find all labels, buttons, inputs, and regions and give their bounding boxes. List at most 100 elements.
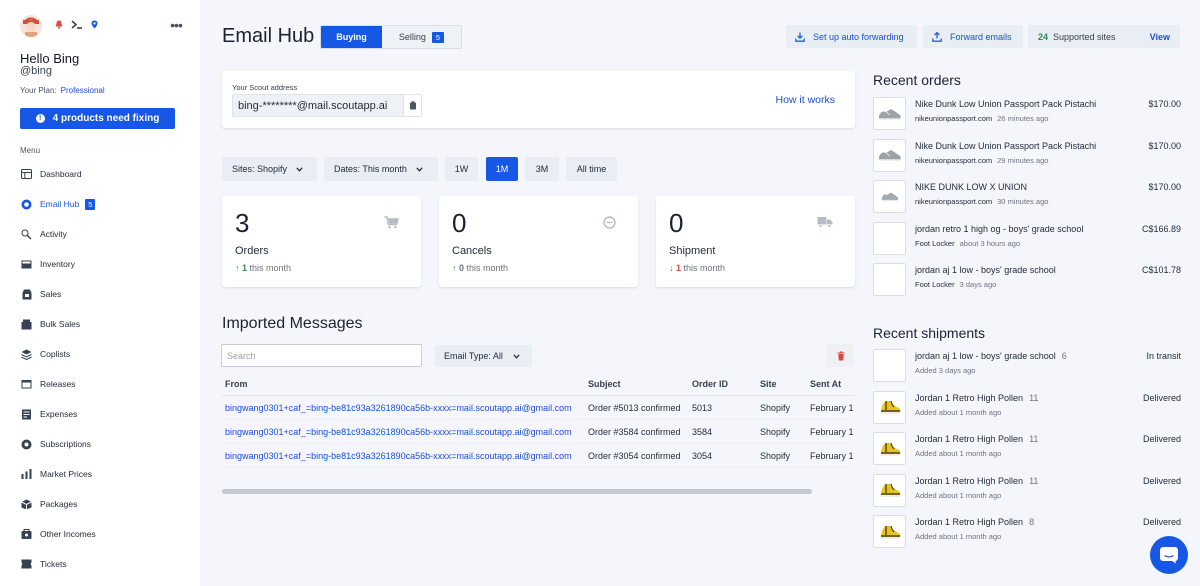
recent-orders-list: Nike Dunk Low Union Passport Pack Pistac…: [873, 97, 1181, 297]
product-thumbnail: [873, 473, 906, 507]
order-item[interactable]: NIKE DUNK LOW X UNION nikeunionpassport.c…: [873, 180, 1181, 214]
sidebar-item-inventory[interactable]: Inventory: [20, 249, 190, 279]
bell-icon[interactable]: [55, 20, 63, 29]
item-quantity: 8: [1029, 517, 1035, 527]
col-from[interactable]: From: [222, 379, 588, 389]
sidebar-item-sales[interactable]: Sales: [20, 279, 190, 309]
sidebar-item-packages[interactable]: Packages: [20, 489, 190, 519]
tickets-icon: [20, 558, 33, 571]
sites-filter[interactable]: Sites: Shopify: [222, 157, 317, 181]
item-status: In transit: [1146, 351, 1181, 361]
tab-selling-label: Selling: [398, 32, 426, 42]
cell-from[interactable]: bingwang0301+caf_=bing-be81c93a3261890ca…: [222, 403, 588, 413]
order-item[interactable]: Nike Dunk Low Union Passport Pack Pistac…: [873, 138, 1181, 173]
down-arrow-icon: ↓: [669, 263, 674, 273]
col-subject[interactable]: Subject: [588, 379, 692, 389]
page-title: Email Hub: [222, 25, 315, 47]
auto-forwarding-button[interactable]: Set up auto forwarding: [786, 25, 917, 48]
sidebar-item-label: Dashboard: [40, 169, 82, 179]
sidebar-item-subscriptions[interactable]: Subscriptions: [20, 429, 190, 459]
sidebar-item-other-incomes[interactable]: Other Incomes: [20, 519, 190, 549]
chat-launcher-button[interactable]: [1150, 536, 1188, 574]
sidebar: ••• Hello Bing @bing Your Plan: Professio…: [0, 0, 200, 586]
item-source: nikeunionpassport.com: [915, 114, 993, 123]
shipment-stat-card[interactable]: 0 Shipment ↓ 1 this month: [656, 196, 855, 287]
sidebar-item-label: Email Hub: [40, 199, 80, 209]
product-thumbnail: [873, 221, 906, 255]
email-type-dropdown[interactable]: Email Type: All: [435, 345, 532, 367]
sidebar-item-label: Subscriptions: [40, 439, 92, 449]
cancels-stat-card[interactable]: 0 Cancels ↑ 0 this month: [439, 196, 638, 287]
horizontal-scrollbar[interactable]: [222, 489, 812, 494]
sidebar-item-releases[interactable]: Releases: [20, 369, 190, 399]
forward-emails-button[interactable]: Forward emails: [923, 25, 1023, 48]
order-item[interactable]: jordan retro 1 high og - boys' grade sch…: [873, 221, 1181, 256]
item-quantity: 11: [1029, 434, 1039, 444]
location-pin-icon[interactable]: [91, 20, 98, 29]
tab-selling[interactable]: Selling 5: [382, 26, 461, 48]
sidebar-item-expenses[interactable]: Expenses: [20, 399, 190, 429]
table-row[interactable]: bingwang0301+caf_=bing-be81c93a3261890ca…: [222, 420, 855, 444]
cell-from[interactable]: bingwang0301+caf_=bing-be81c93a3261890ca…: [222, 451, 588, 461]
fix-products-button[interactable]: ! 4 products need fixing: [20, 108, 175, 129]
sidebar-item-email-hub[interactable]: Email Hub 5: [20, 189, 190, 219]
dates-filter[interactable]: Dates: This month: [324, 157, 438, 181]
more-options-icon[interactable]: •••: [168, 17, 184, 33]
sidebar-item-tickets[interactable]: Tickets: [20, 549, 190, 579]
item-time: 29 minutes ago: [997, 155, 1049, 165]
range-1m-button[interactable]: 1M: [486, 157, 518, 181]
sidebar-item-market-prices[interactable]: Market Prices: [20, 459, 190, 489]
col-order-id[interactable]: Order ID: [692, 379, 760, 389]
item-quantity: 11: [1029, 475, 1039, 486]
how-it-works-link[interactable]: How it works: [775, 94, 835, 106]
cell-sent-at: February 1: [810, 450, 854, 461]
item-source: Foot Locker: [915, 280, 955, 289]
product-thumbnail: [873, 138, 906, 172]
delete-button[interactable]: [827, 344, 854, 367]
recent-shipments-title: Recent shipments: [873, 325, 986, 341]
shipment-item[interactable]: Jordan 1 Retro High Pollen 11 Added about …: [873, 473, 1181, 508]
sidebar-item-bulk-sales[interactable]: Bulk Sales: [20, 309, 190, 339]
order-item[interactable]: jordan aj 1 low - boys' grade school Foot…: [873, 263, 1181, 297]
table-row[interactable]: bingwang0301+caf_=bing-be81c93a3261890ca…: [222, 396, 855, 420]
item-status: Delivered: [1142, 517, 1181, 527]
product-thumbnail: [873, 515, 906, 548]
orders-stat-card[interactable]: 3 Orders ↑ 1 this month: [222, 196, 421, 287]
sidebar-item-coplists[interactable]: Coplists: [20, 339, 190, 369]
releases-icon: [20, 378, 33, 391]
col-site[interactable]: Site: [760, 379, 810, 389]
clipboard-icon[interactable]: [403, 95, 421, 116]
scout-address-label: Your Scout address: [232, 83, 298, 92]
order-item[interactable]: Nike Dunk Low Union Passport Pack Pistac…: [873, 97, 1181, 131]
range-3m-button[interactable]: 3M: [525, 157, 559, 181]
range-all-time-button[interactable]: All time: [566, 157, 617, 181]
item-meta: Foot Locker 3 days ago: [915, 280, 996, 289]
table-row[interactable]: bingwang0301+caf_=bing-be81c93a3261890ca…: [222, 444, 855, 468]
shipment-item[interactable]: jordan aj 1 low - boys' grade school 6 Add…: [873, 349, 1181, 383]
search-input[interactable]: Search: [221, 344, 422, 367]
view-sites-button[interactable]: View: [1150, 32, 1170, 42]
col-sent-at[interactable]: Sent At: [810, 379, 855, 389]
shipment-item[interactable]: Jordan 1 Retro High Pollen 11 Added about …: [873, 432, 1181, 466]
sidebar-item-dashboard[interactable]: Dashboard: [20, 159, 190, 189]
scout-address-card: Your Scout address bing-********@mail.sc…: [222, 71, 855, 128]
sidebar-item-label: Other Incomes: [40, 529, 96, 539]
tab-buying[interactable]: Buying: [321, 26, 382, 48]
cell-from[interactable]: bingwang0301+caf_=bing-be81c93a3261890ca…: [222, 427, 588, 437]
scout-address-field[interactable]: bing-********@mail.scoutapp.ai: [232, 94, 422, 117]
sidebar-item-activity[interactable]: Activity: [20, 219, 190, 249]
stat-label: Cancels: [452, 245, 492, 257]
stat-change-suffix: this month: [249, 263, 292, 273]
plan-info: Your Plan: Professional: [20, 86, 105, 95]
cell-order-id: 3584: [692, 426, 713, 437]
shipment-item[interactable]: Jordan 1 Retro High Pollen 11 Added about …: [873, 390, 1181, 425]
product-thumbnail: [873, 97, 906, 130]
terminal-icon[interactable]: [71, 20, 83, 29]
item-added: Added 3 days ago: [915, 366, 976, 375]
range-1w-button[interactable]: 1W: [445, 157, 478, 181]
chat-icon: [1159, 546, 1179, 564]
plan-link[interactable]: Professional: [61, 86, 105, 95]
avatar[interactable]: [20, 15, 42, 37]
chevron-down-icon: [416, 166, 423, 172]
shipment-item[interactable]: Jordan 1 Retro High Pollen 8 Added about 1…: [873, 515, 1181, 549]
